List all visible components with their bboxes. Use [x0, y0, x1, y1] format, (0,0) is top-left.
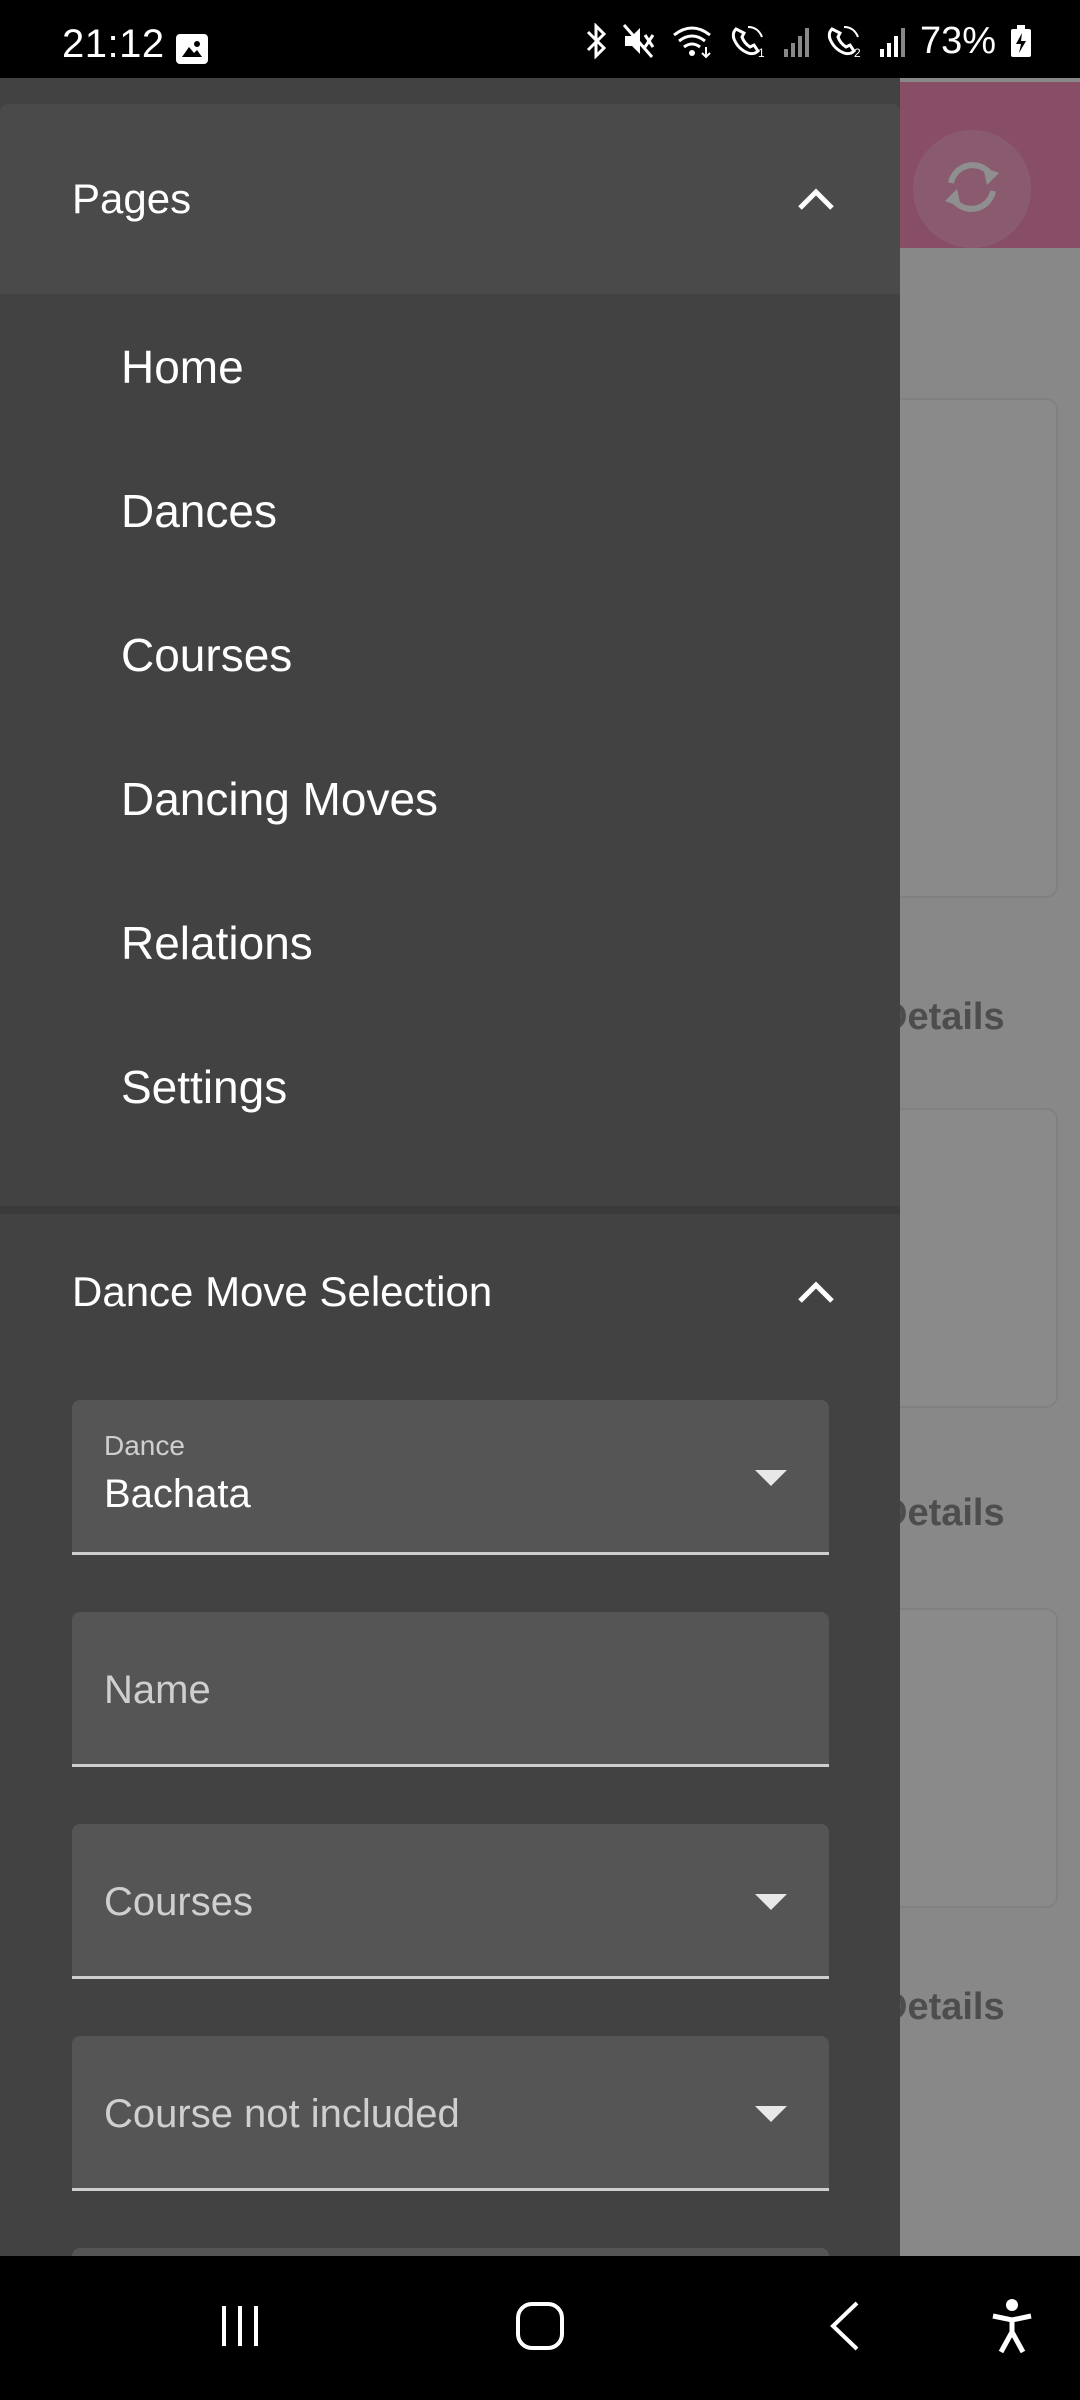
- recents-button[interactable]: [200, 2292, 280, 2364]
- section-divider: [0, 1206, 900, 1214]
- bluetooth-icon: [584, 23, 608, 59]
- pages-panel-title: Pages: [72, 175, 192, 222]
- status-time: 21:12: [62, 22, 165, 66]
- accessibility-icon: [989, 2298, 1035, 2359]
- nav-item-label: Relations: [121, 917, 313, 969]
- nav-item-dancing-moves[interactable]: Dancing Moves: [0, 726, 900, 870]
- nav-item-label: Dancing Moves: [121, 773, 439, 825]
- dropdown-arrow-icon: [755, 2106, 787, 2122]
- dropdown-arrow-icon: [755, 1470, 787, 1486]
- courses-select-placeholder: Courses: [104, 1880, 253, 1924]
- battery-charging-icon: [1010, 23, 1032, 59]
- home-icon: [514, 2300, 566, 2357]
- back-button[interactable]: [805, 2292, 885, 2364]
- nav-item-relations[interactable]: Relations: [0, 870, 900, 1014]
- wifi-call-2-icon: 2: [824, 23, 864, 59]
- dance-select-label: Dance: [104, 1430, 185, 1461]
- name-field[interactable]: Name: [72, 1612, 829, 1767]
- dance-move-selection-header[interactable]: Dance Move Selection: [0, 1218, 900, 1366]
- dance-select[interactable]: Dance Bachata: [72, 1400, 829, 1555]
- svg-text:1: 1: [758, 46, 765, 59]
- gallery-icon: [176, 34, 208, 64]
- status-bar: 21:12 1 2 73%: [0, 0, 1080, 78]
- nav-item-label: Courses: [121, 629, 293, 681]
- courses-select[interactable]: Courses: [72, 1824, 829, 1979]
- accessibility-button[interactable]: [972, 2292, 1052, 2364]
- back-icon: [825, 2299, 865, 2358]
- status-icons: 1 2 73%: [584, 18, 1032, 64]
- nav-item-label: Dances: [121, 485, 277, 537]
- additional-field[interactable]: [72, 2248, 829, 2256]
- course-not-included-select[interactable]: Course not included: [72, 2036, 829, 2191]
- navigation-drawer: Pages Home Dances Courses Dancing Moves …: [0, 78, 900, 2256]
- nav-item-settings[interactable]: Settings: [0, 1014, 900, 1158]
- system-nav-bar: [0, 2256, 1080, 2400]
- battery-percent: 73%: [919, 19, 996, 62]
- dance-select-value: Bachata: [104, 1472, 251, 1516]
- dropdown-arrow-icon: [755, 1894, 787, 1910]
- nav-item-courses[interactable]: Courses: [0, 582, 900, 726]
- nav-item-home[interactable]: Home: [0, 294, 900, 438]
- home-button[interactable]: [500, 2292, 580, 2364]
- wifi-call-1-icon: 1: [728, 23, 768, 59]
- wifi-icon: [670, 23, 714, 59]
- name-field-placeholder: Name: [104, 1668, 211, 1712]
- chevron-up-icon: [796, 1279, 836, 1305]
- signal-1-icon: [782, 23, 810, 59]
- svg-text:2: 2: [854, 46, 861, 59]
- pages-panel-header[interactable]: Pages: [0, 104, 900, 294]
- nav-item-label: Settings: [121, 1061, 288, 1113]
- dance-move-selection-title: Dance Move Selection: [72, 1268, 493, 1315]
- mute-icon: [622, 23, 656, 59]
- signal-2-icon: [878, 23, 906, 59]
- recents-icon: [215, 2302, 265, 2355]
- nav-item-dances[interactable]: Dances: [0, 438, 900, 582]
- nav-item-label: Home: [121, 341, 244, 393]
- course-not-included-placeholder: Course not included: [104, 2092, 460, 2136]
- chevron-up-icon: [796, 186, 836, 212]
